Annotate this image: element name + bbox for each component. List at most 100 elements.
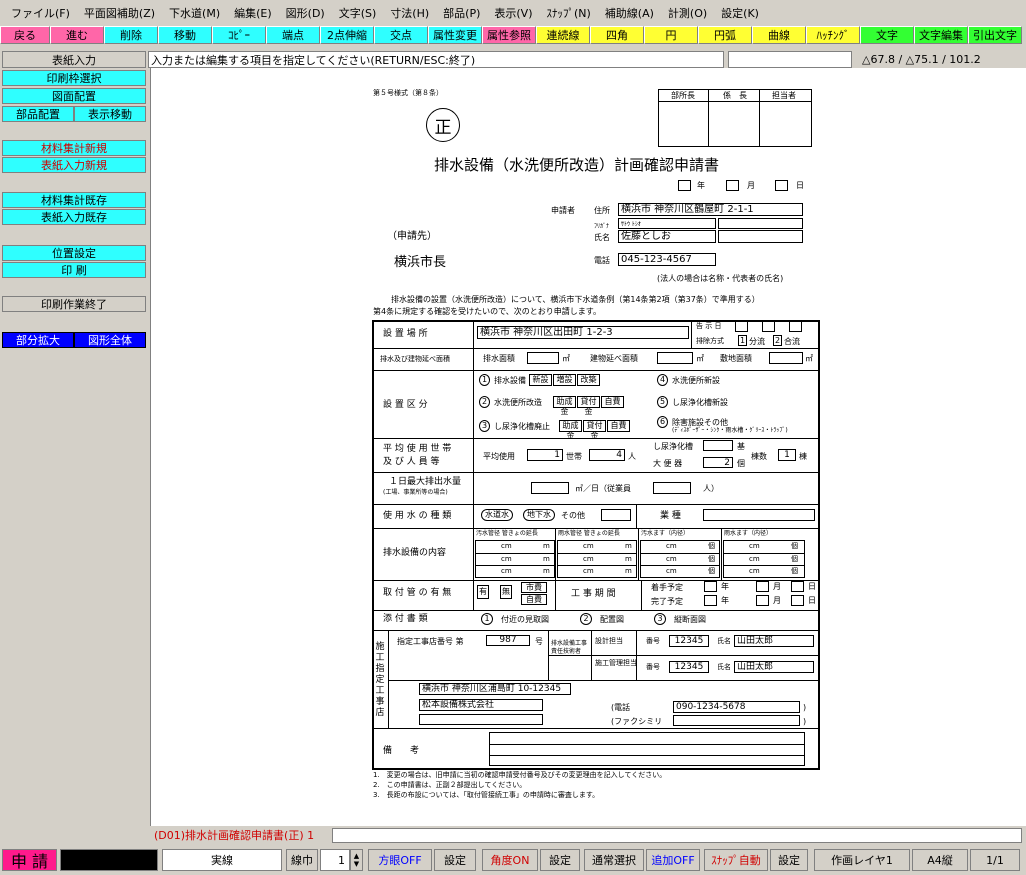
doc-no-3[interactable]: 3	[654, 613, 666, 625]
material-new-button[interactable]: 材料集計新規	[2, 140, 146, 156]
toolbar-button-18[interactable]: 引出文字	[968, 26, 1022, 44]
toolbar-button-14[interactable]: 曲線	[752, 26, 806, 44]
toolbar-button-11[interactable]: 四角	[590, 26, 644, 44]
grid-toggle[interactable]: 方眼OFF	[368, 849, 432, 871]
menu-item-8[interactable]: 表示(V)	[487, 5, 539, 21]
menu-item-3[interactable]: 編集(E)	[227, 5, 279, 21]
down-arrow-icon[interactable]: ▼	[354, 860, 359, 868]
water-opt-ground[interactable]: 地下水	[523, 509, 555, 521]
toolbar-button-5[interactable]: 端点	[266, 26, 320, 44]
division-no-2[interactable]: 2	[479, 396, 490, 408]
zoom-all-button[interactable]: 図形全体	[74, 332, 146, 348]
business-type-field[interactable]	[703, 509, 815, 521]
line-type-select[interactable]: 実線	[162, 849, 282, 871]
toolbar-button-12[interactable]: 円	[644, 26, 698, 44]
division-no-6[interactable]: 6	[657, 416, 668, 428]
line-width-stepper[interactable]: ▲ ▼	[350, 849, 363, 871]
division-tag-1-2[interactable]: 改築	[577, 374, 600, 386]
period-field-0-0[interactable]	[704, 581, 717, 592]
contractor-name-field[interactable]: 松本設備株式会社	[419, 699, 543, 711]
engineer-number-field[interactable]: 12345	[669, 635, 709, 647]
layout-button[interactable]: 図面配置	[2, 88, 146, 104]
division-tag-3-0[interactable]: 助成金	[559, 420, 582, 440]
cover-new-button[interactable]: 表紙入力新規	[2, 157, 146, 173]
menu-item-7[interactable]: 部品(P)	[436, 5, 487, 21]
engineer-name-field[interactable]: 山田太郎	[734, 635, 814, 647]
period-field-1-2[interactable]	[791, 595, 804, 606]
doc-no-1[interactable]: 1	[481, 613, 493, 625]
division-tag-1-0[interactable]: 新設	[529, 374, 552, 386]
add-toggle[interactable]: 追加OFF	[646, 849, 700, 871]
toolbar-button-15[interactable]: ﾊｯﾁﾝｸﾞ	[806, 26, 860, 44]
attach-self[interactable]: 自費	[521, 594, 547, 605]
division-tag-1-1[interactable]: 増設	[553, 374, 576, 386]
toolbar-button-4[interactable]: ｺﾋﾟｰ	[212, 26, 266, 44]
applicant-address-field[interactable]: 横浜市 神奈川区鶴屋町 2-1-1	[618, 203, 803, 216]
menu-item-5[interactable]: 文字(S)	[332, 5, 384, 21]
site-address-field[interactable]: 横浜市 神奈川区出田町 1-2-3	[477, 326, 689, 339]
period-field-1-0[interactable]	[704, 595, 717, 606]
division-tag-2-1[interactable]: 貸付金	[577, 396, 600, 416]
toolbar-button-8[interactable]: 属性変更	[428, 26, 482, 44]
menu-item-9[interactable]: ｽﾅｯﾌﾟ(N)	[540, 5, 598, 21]
print-end-button[interactable]: 印刷作業終了	[2, 296, 146, 312]
division-tag-2-2[interactable]: 自費	[601, 396, 624, 408]
water-opt-tap[interactable]: 水道水	[481, 509, 513, 521]
max-volume-field[interactable]	[531, 482, 569, 494]
up-arrow-icon[interactable]: ▲	[354, 852, 359, 860]
menu-item-12[interactable]: 設定(K)	[714, 5, 766, 21]
layer-select[interactable]: 作画レイヤ1	[814, 849, 910, 871]
position-settings-button[interactable]: 位置設定	[2, 245, 146, 261]
display-move-button[interactable]: 表示移動	[74, 106, 146, 122]
period-field-1-1[interactable]	[756, 595, 769, 606]
toolbar-button-3[interactable]: 移動	[158, 26, 212, 44]
command-input[interactable]	[728, 51, 852, 68]
floor-area-field[interactable]	[657, 352, 693, 364]
line-width-input[interactable]: 1	[320, 849, 350, 871]
designated-no-field[interactable]: 987	[486, 635, 530, 646]
menu-item-2[interactable]: 下水道(M)	[162, 5, 227, 21]
contractor-address-field[interactable]: 横浜市 神奈川区浦島町 10-12345	[419, 683, 571, 695]
site-area-field[interactable]	[769, 352, 803, 364]
contractor-phone-field[interactable]: 090-1234-5678	[673, 701, 800, 713]
toolbar-button-6[interactable]: 2点伸縮	[320, 26, 374, 44]
drawing-canvas[interactable]: 第５号様式（第８条） 部所長 係 長 担当者 正 排水設備（水洗便所改造）計画確…	[150, 68, 1026, 826]
toolbar-button-10[interactable]: 連続線	[536, 26, 590, 44]
toolbar-button-7[interactable]: 交点	[374, 26, 428, 44]
toolbar-button-13[interactable]: 円弧	[698, 26, 752, 44]
manager-number-field[interactable]: 12345	[669, 661, 709, 673]
toilet-count-field[interactable]: 2	[703, 457, 733, 468]
menu-item-10[interactable]: 補助線(A)	[598, 5, 661, 21]
print-frame-button[interactable]: 印刷枠選択	[2, 70, 146, 86]
applicant-name-field[interactable]: 佐藤としお	[618, 230, 716, 243]
menu-item-1[interactable]: 平面図補助(Z)	[77, 5, 162, 21]
menu-item-0[interactable]: ファイル(F)	[4, 5, 77, 21]
division-no-5[interactable]: 5	[657, 396, 668, 408]
zoom-part-button[interactable]: 部分拡大	[2, 332, 74, 348]
menu-item-11[interactable]: 計測(O)	[661, 5, 714, 21]
angle-settings-button[interactable]: 設定	[540, 849, 580, 871]
toolbar-button-9[interactable]: 属性参照	[482, 26, 536, 44]
toolbar-button-17[interactable]: 文字編集	[914, 26, 968, 44]
attach-city[interactable]: 市費	[521, 582, 547, 593]
material-existing-button[interactable]: 材料集計既存	[2, 192, 146, 208]
building-count-field[interactable]: 1	[778, 449, 796, 461]
water-other-field[interactable]	[601, 509, 631, 521]
division-no-3[interactable]: 3	[479, 420, 490, 432]
division-tag-3-1[interactable]: 貸付金	[583, 420, 606, 440]
part-layout-button[interactable]: 部品配置	[2, 106, 74, 122]
snap-toggle[interactable]: ｽﾅｯﾌﾟ自動	[704, 849, 768, 871]
cover-existing-button[interactable]: 表紙入力既存	[2, 209, 146, 225]
toolbar-button-0[interactable]: 戻る	[0, 26, 50, 44]
applicant-phone-field[interactable]: 045-123-4567	[618, 253, 716, 266]
print-button[interactable]: 印 刷	[2, 262, 146, 278]
remarks-field[interactable]	[489, 732, 805, 766]
paper-size[interactable]: A4縦	[912, 849, 968, 871]
division-no-1[interactable]: 1	[479, 374, 490, 386]
households-field[interactable]: 1	[527, 449, 563, 461]
snap-settings-button[interactable]: 設定	[770, 849, 808, 871]
attach-yes[interactable]: 有	[477, 585, 489, 599]
doc-no-2[interactable]: 2	[580, 613, 592, 625]
division-tag-2-0[interactable]: 助成金	[553, 396, 576, 416]
grid-settings-button[interactable]: 設定	[434, 849, 476, 871]
